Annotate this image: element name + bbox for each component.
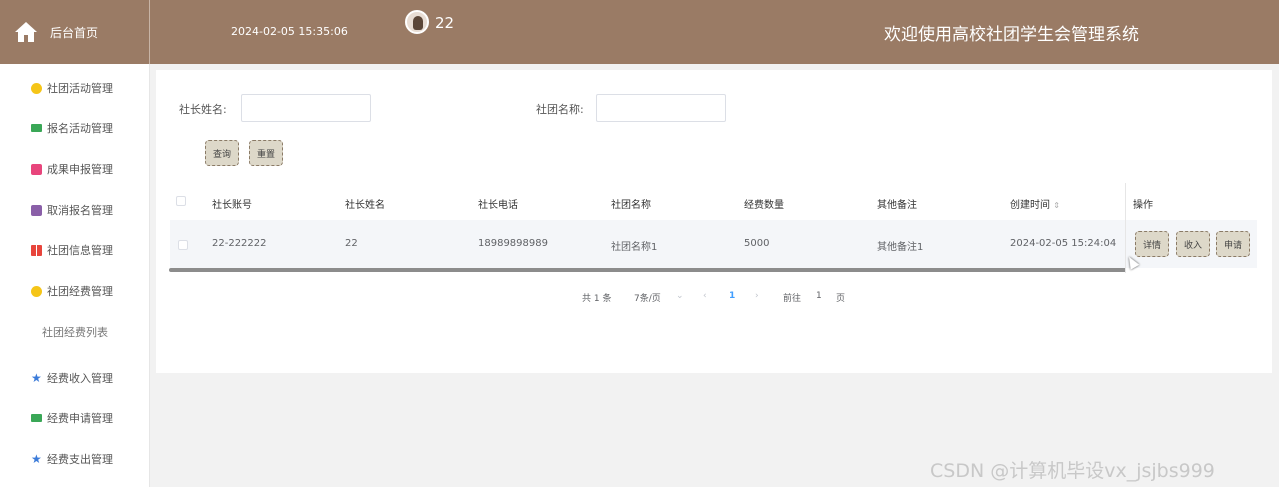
cell-phone: 18989898989 <box>478 238 548 249</box>
sidebar-item-label: 经费支出管理 <box>47 453 113 466</box>
home-label: 后台首页 <box>50 26 99 40</box>
col-header-name: 社长姓名 <box>345 200 385 211</box>
sidebar-item-label: 社团信息管理 <box>47 244 113 257</box>
system-title: 欢迎使用高校社团学生会管理系统 <box>884 25 1139 45</box>
goto-label: 前往 <box>783 294 802 304</box>
cell-remark: 其他备注1 <box>877 242 924 253</box>
club-name-input[interactable] <box>596 94 726 122</box>
sidebar-item-funds-expense[interactable]: ★ 经费支出管理 <box>0 444 150 474</box>
chat-icon <box>31 414 42 422</box>
leader-name-input[interactable] <box>241 94 371 122</box>
star-icon: ★ <box>31 451 42 466</box>
detail-button[interactable]: 详情 <box>1135 231 1169 257</box>
home-link[interactable]: 后台首页 <box>0 0 150 64</box>
page-size-select[interactable]: 7条/页 <box>634 291 661 304</box>
top-bar: 后台首页 2024-02-05 15:35:06 22 欢迎使用高校社团学生会管… <box>0 0 1279 64</box>
user-avatar[interactable] <box>405 10 429 34</box>
sidebar-item-funds-application[interactable]: 经费申请管理 <box>0 403 150 433</box>
cell-name: 22 <box>345 238 358 249</box>
col-header-account: 社长账号 <box>212 200 252 211</box>
sidebar-item-achievement[interactable]: 成果申报管理 <box>0 154 150 184</box>
page-number-current[interactable]: 1 <box>729 291 735 301</box>
chat-icon <box>31 124 42 132</box>
sidebar-item-signup-activity[interactable]: 报名活动管理 <box>0 113 150 143</box>
pagination-total: 共 1 条 <box>582 294 612 304</box>
sidebar-item-label: 社团活动管理 <box>47 82 113 95</box>
sidebar-item-label: 报名活动管理 <box>47 122 113 135</box>
apply-button[interactable]: 申请 <box>1216 231 1250 257</box>
sidebar-item-cancel-signup[interactable]: 取消报名管理 <box>0 195 150 225</box>
col-header-remark: 其他备注 <box>877 200 917 211</box>
grid-icon <box>31 244 42 256</box>
sidebar-item-club-info[interactable]: 社团信息管理 <box>0 235 150 265</box>
col-header-club: 社团名称 <box>611 200 651 211</box>
list-icon <box>31 204 42 216</box>
doc-icon <box>31 163 42 175</box>
star-icon: ★ <box>31 370 42 385</box>
sidebar-item-club-funds-list[interactable]: 社团经费列表 <box>0 317 150 347</box>
cell-account: 22-222222 <box>212 238 267 249</box>
goto-input[interactable]: 1 <box>816 291 822 301</box>
cell-created: 2024-02-05 15:24:04 <box>1010 238 1117 249</box>
select-all-checkbox[interactable] <box>176 196 186 206</box>
sidebar-item-label: 社团经费管理 <box>47 285 113 298</box>
row-checkbox[interactable] <box>178 240 188 250</box>
cell-amount: 5000 <box>744 238 770 249</box>
sidebar-item-label: 取消报名管理 <box>47 204 113 217</box>
query-button[interactable]: 查询 <box>205 140 239 166</box>
home-icon <box>15 22 37 42</box>
leader-name-label: 社长姓名: <box>179 103 227 116</box>
next-page-button[interactable]: › <box>755 291 759 301</box>
chevron-down-icon[interactable]: ⌄ <box>676 291 684 301</box>
sidebar-item-club-activity[interactable]: 社团活动管理 <box>0 73 150 103</box>
club-name-label: 社团名称: <box>536 103 584 116</box>
col-header-phone: 社长电话 <box>478 200 518 211</box>
operations-column: 操作 详情 收入 申请 <box>1125 183 1257 273</box>
col-header-created[interactable]: 创建时间 ⇕ <box>1010 196 1060 211</box>
sidebar: 社团活动管理 报名活动管理 成果申报管理 取消报名管理 社团信息管理 社团经费管… <box>0 64 150 487</box>
circle-icon <box>31 82 42 94</box>
horizontal-scrollbar[interactable] <box>169 268 1129 272</box>
sidebar-item-label: 经费申请管理 <box>47 412 113 425</box>
sort-icon[interactable]: ⇕ <box>1053 201 1060 210</box>
cell-club: 社团名称1 <box>611 242 658 253</box>
prev-page-button[interactable]: ‹ <box>703 291 707 301</box>
sidebar-item-club-funds[interactable]: 社团经费管理 <box>0 276 150 306</box>
username[interactable]: 22 <box>435 14 454 32</box>
watermark: CSDN @计算机毕设vx_jsjbs999 <box>930 460 1215 482</box>
col-header-amount: 经费数量 <box>744 200 784 211</box>
sidebar-item-funds-income[interactable]: ★ 经费收入管理 <box>0 363 150 393</box>
goto-suffix: 页 <box>836 294 846 304</box>
sidebar-item-label: 成果申报管理 <box>47 163 113 176</box>
sidebar-item-label: 经费收入管理 <box>47 372 113 385</box>
sidebar-item-label: 社团经费列表 <box>42 326 108 339</box>
circle-icon <box>31 285 42 297</box>
current-datetime: 2024-02-05 15:35:06 <box>231 25 348 38</box>
income-button[interactable]: 收入 <box>1176 231 1210 257</box>
col-header-actions: 操作 <box>1133 200 1153 211</box>
reset-button[interactable]: 重置 <box>249 140 283 166</box>
